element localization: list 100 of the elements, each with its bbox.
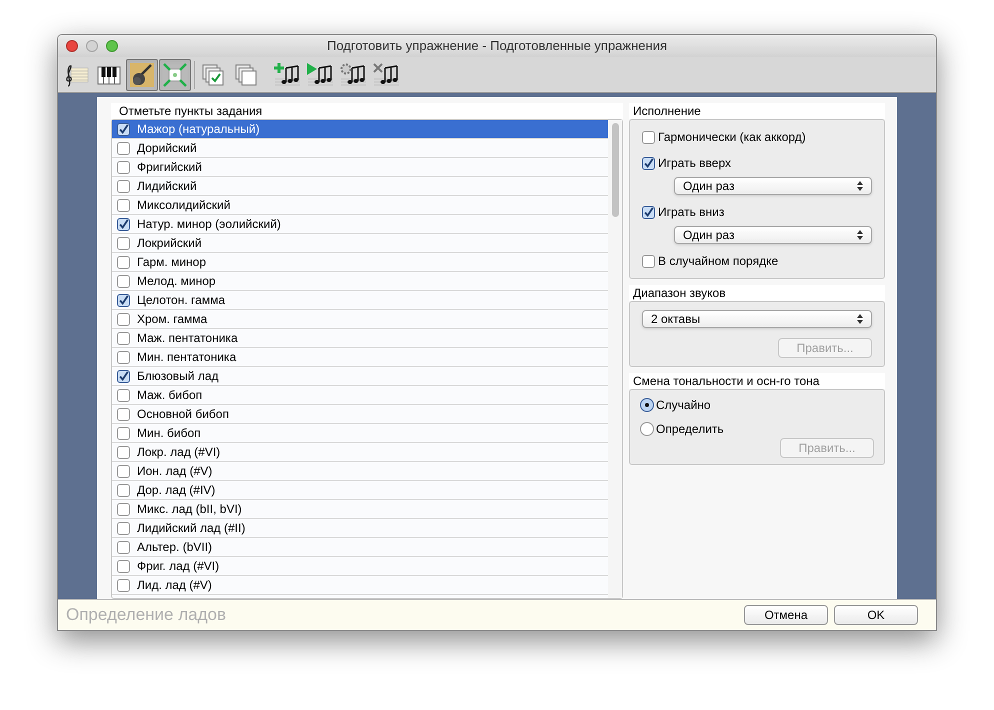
checkbox[interactable] [117,484,130,496]
item-label: Гарм. минор [137,254,206,271]
add-notes-icon [273,62,301,88]
close-button[interactable] [66,40,78,52]
checkbox[interactable] [117,332,130,344]
radio-button[interactable] [640,398,654,412]
item-label: Мин. бибоп [137,425,201,442]
item-label: Целотон. гамма [137,292,225,309]
list-item[interactable]: Лид. лад (#V) [112,576,608,595]
checkbox[interactable] [117,294,130,306]
list-item[interactable]: Блюзовый лад [112,367,608,386]
checkbox[interactable] [117,198,130,212]
minimize-button[interactable] [86,40,98,52]
dropdown[interactable]: Один раз [674,226,872,244]
dropdown[interactable]: 2 октавы [642,310,872,328]
list-item[interactable]: Ион. лад (#V) [112,462,608,481]
checkbox[interactable] [642,156,655,170]
checkbox[interactable] [642,206,655,218]
status-text: Определение ладов [66,604,227,626]
gear-notes-icon [339,62,367,88]
list-item[interactable]: Маж. бибоп [112,386,608,405]
checkbox[interactable] [642,254,655,268]
item-label: Локр. лад (#VI) [137,444,220,461]
list-item[interactable]: Локр. лад (#VI) [112,443,608,462]
checkbox[interactable] [117,578,130,592]
item-label: Хром. гамма [137,311,208,328]
list-item[interactable]: Натур. минор (эолийский) [112,215,608,234]
checkbox[interactable] [117,350,130,364]
list-item[interactable]: Фриг. лад (#VI) [112,557,608,576]
checkbox[interactable] [117,122,130,136]
section-title: Диапазон звуков [629,285,885,301]
checkbox[interactable] [117,560,130,572]
guitar-icon [129,62,155,88]
checkbox[interactable] [117,142,130,154]
scrollbar-thumb[interactable] [612,123,618,217]
checkbox[interactable] [117,218,130,230]
checkbox[interactable] [117,446,130,458]
item-label: Маж. бибоп [137,387,202,404]
item-label: Лидийский [137,178,197,195]
checkbox[interactable] [117,540,130,554]
radio-label: Определить [656,421,724,438]
list-item[interactable]: Маж. пентатоника [112,329,608,348]
list-item[interactable]: Микс. лад (bII, bVI) [112,500,608,519]
radio-button[interactable] [640,422,654,436]
checkbox[interactable] [117,370,130,382]
item-label: Фриг. лад (#VI) [137,558,220,575]
checkbox[interactable] [642,130,655,144]
list-item[interactable]: Миксолидийский [112,196,608,215]
radio-label: Случайно [656,397,711,414]
stepper-icon [857,230,863,240]
play-notes-icon [306,62,334,88]
list-item[interactable]: Мин. пентатоника [112,348,608,367]
list-title: Отметьте пункты задания [111,103,623,119]
list-item[interactable]: Хром. гамма [112,310,608,329]
item-label: Локрийский [137,235,202,252]
list-item[interactable]: Альтер. (bVII) [112,538,608,557]
dialog-button[interactable]: OK [834,605,918,625]
checkbox[interactable] [117,408,130,420]
stepper-icon [857,314,863,324]
checkbox[interactable] [117,256,130,268]
item-label: Альтер. (bVII) [137,539,212,556]
item-label: Лид. лад (#V) [137,577,212,594]
list-item[interactable]: Локрийский [112,234,608,253]
dialog-button[interactable]: Отмена [744,605,828,625]
item-label: Миксолидийский [137,197,230,214]
item-label: Ион. лад (#V) [137,463,212,480]
item-label: Мин. пентатоника [137,349,236,366]
list-item[interactable]: Мелод. минор [112,272,608,291]
checkbox-label: Играть вверх [658,155,731,172]
checkbox-label: Гармонически (как аккорд) [658,129,806,146]
copy-checked-icon [200,62,226,88]
section-title: Исполнение [629,103,885,119]
list-item[interactable]: Гарм. минор [112,253,608,272]
item-label: Блюзовый лад [137,368,218,385]
checkbox[interactable] [117,312,130,326]
list-item[interactable]: Фригийский [112,158,608,177]
dropdown[interactable]: Один раз [674,177,872,195]
item-label: Основной бибоп [137,406,229,423]
zoom-button[interactable] [106,40,118,52]
checkbox[interactable] [117,464,130,478]
checkbox[interactable] [117,180,130,192]
section-title: Смена тональности и осн-го тона [629,373,885,389]
checkbox[interactable] [117,388,130,402]
list-item[interactable]: Целотон. гамма [112,291,608,310]
toolbar-button[interactable] [126,58,158,90]
checkbox[interactable] [117,522,130,534]
checkbox[interactable] [117,502,130,516]
checkbox[interactable] [117,236,130,250]
list-item[interactable]: Лидийский [112,177,608,196]
checkbox[interactable] [117,426,130,440]
item-label: Мажор (натуральный) [137,121,260,138]
list-item[interactable]: Мин. бибоп [112,424,608,443]
list-item[interactable]: Лидийский лад (#II) [112,519,608,538]
list-item[interactable]: Мажор (натуральный) [112,120,608,139]
list-item[interactable]: Дор. лад (#IV) [112,481,608,500]
item-label: Лидийский лад (#II) [137,520,246,537]
checkbox[interactable] [117,274,130,288]
checkbox[interactable] [117,160,130,174]
list-item[interactable]: Основной бибоп [112,405,608,424]
list-item[interactable]: Дорийский [112,139,608,158]
